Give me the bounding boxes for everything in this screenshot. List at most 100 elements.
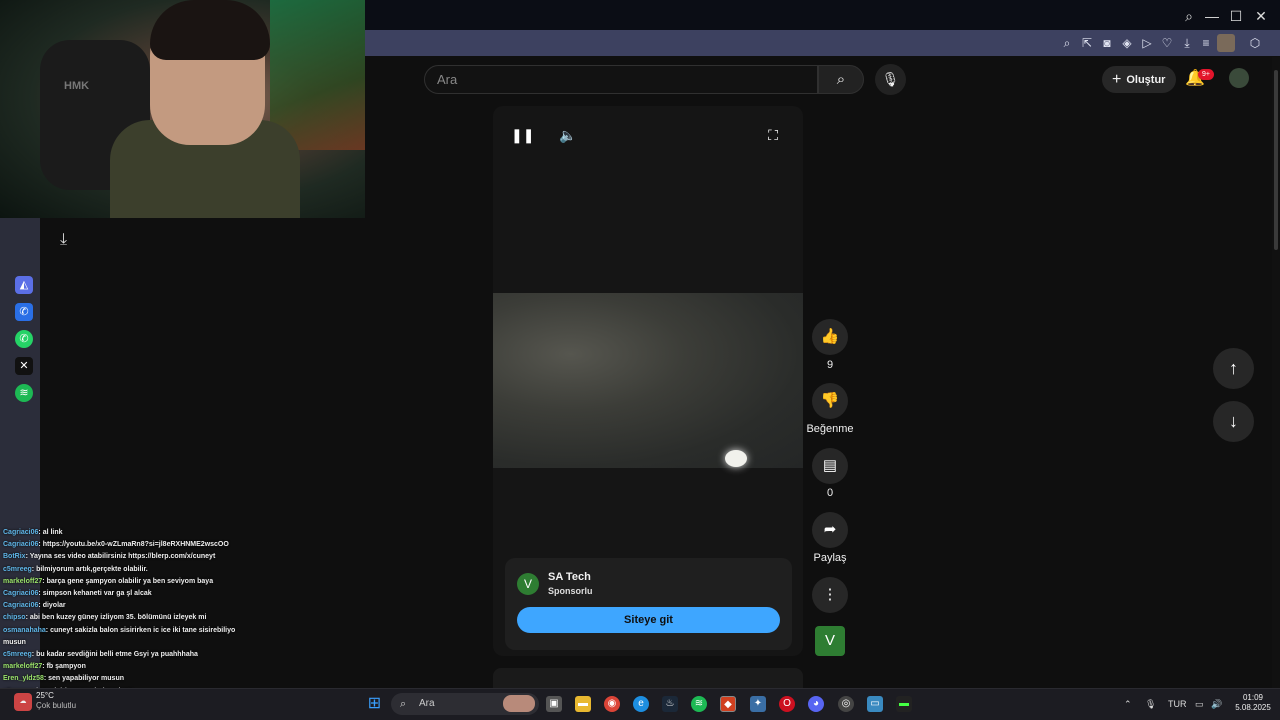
spotify-icon[interactable]: ≋ xyxy=(15,384,33,402)
share-label: Paylaş xyxy=(813,552,847,564)
discord-icon[interactable]: ◕ xyxy=(808,696,824,712)
chat-message: markeloff27: barça gene şampyon olabilir… xyxy=(0,576,365,588)
chat-text: : https://youtu.be/x0-wZLmaRn8?si=jl8eRX… xyxy=(38,541,229,549)
create-button[interactable]: + Oluştur xyxy=(1102,66,1176,93)
chat-text: : al link xyxy=(38,529,63,536)
steam-icon[interactable]: ♨ xyxy=(662,696,678,712)
chrome-icon[interactable]: ◉ xyxy=(604,696,620,712)
extension-icon[interactable]: ⬡ xyxy=(1248,35,1262,51)
chat-text: : Yayına ses video atabilirsiniz https:/… xyxy=(25,553,216,561)
ad-sponsored-label: Sponsorlu xyxy=(548,586,593,596)
network-icon[interactable]: ▭ xyxy=(1195,699,1204,710)
chat-message: Cagriaci06: al link xyxy=(0,527,365,539)
minimize-icon[interactable]: — xyxy=(1203,8,1221,24)
system-clock[interactable]: 01:09 5.08.2025 xyxy=(1233,693,1273,713)
download-icon[interactable]: ⤓ xyxy=(1180,35,1194,51)
weather-temp: 25°C xyxy=(36,691,54,700)
notification-badge: 9+ xyxy=(1198,69,1214,80)
search-icon: ⌕ xyxy=(400,698,407,710)
opera-icon[interactable]: O xyxy=(779,696,795,712)
chair-logo: HMK xyxy=(64,80,90,92)
chat-message: Cagriaci06: simpson kehaneti var ga şl a… xyxy=(0,588,365,600)
avatar[interactable] xyxy=(1229,68,1249,88)
search-icon[interactable]: ⌕ xyxy=(1180,8,1198,25)
play-icon[interactable]: ▷ xyxy=(1140,35,1154,51)
video-light-spot xyxy=(725,450,747,467)
messenger-icon[interactable]: ✆ xyxy=(15,303,33,321)
chat-text: : bilmiyorum artık,gerçekte olabilir. xyxy=(31,565,148,573)
chat-username: Cagriaci06 xyxy=(3,602,39,610)
microphone-icon[interactable]: 🎙 xyxy=(1145,699,1156,710)
game-app-icon[interactable]: ✦ xyxy=(750,696,766,712)
taskbar-search-label: Ara xyxy=(419,698,435,709)
shield-icon[interactable]: ◈ xyxy=(1120,35,1134,51)
channel-avatar[interactable]: V xyxy=(815,626,845,656)
ad-channel-avatar[interactable]: V xyxy=(517,573,539,595)
speaker-icon[interactable]: 🔊 xyxy=(1211,699,1222,710)
more-icon[interactable]: ⋮ xyxy=(812,577,848,613)
chat-username: chipso xyxy=(3,614,26,622)
dislike-icon[interactable]: 👎 xyxy=(812,383,848,419)
chat-username: Eren_yldz58 xyxy=(3,675,44,683)
chat-message: Cagriaci06: https://youtu.be/x0-wZLmaRn8… xyxy=(0,539,365,551)
pause-icon[interactable]: ❚❚ xyxy=(511,124,534,146)
chat-message: chipso: abi ben kuzey güney izliyom 35. … xyxy=(0,612,365,624)
close-icon[interactable]: ✕ xyxy=(1252,8,1270,25)
plus-icon: + xyxy=(1112,71,1122,88)
chat-username: osmanahaha xyxy=(3,626,46,634)
browser-app-icon[interactable]: ◆ xyxy=(720,696,736,712)
camera-icon[interactable]: ◙ xyxy=(1100,35,1114,51)
chat-message: Cagriaci06: diyolar xyxy=(0,600,365,612)
visit-site-button[interactable]: Siteye git xyxy=(517,607,780,633)
chat-message: c5mreeg: bilmiyorum artık,gerçekte olabi… xyxy=(0,564,365,576)
file-explorer-icon[interactable]: ▬ xyxy=(575,696,591,712)
chat-message: BotRix: Yayına ses video atabilirsiniz h… xyxy=(0,551,365,563)
create-label: Oluştur xyxy=(1126,74,1166,86)
chat-text: : simpson kehaneti var ga şl alcak xyxy=(38,590,152,598)
download-icon[interactable]: ⤓ xyxy=(60,231,67,249)
aria-icon[interactable]: ◭ xyxy=(15,276,33,294)
comment-icon[interactable]: ▤ xyxy=(812,448,848,484)
open-external-icon[interactable]: ⇱ xyxy=(1080,35,1094,51)
spotify-icon[interactable]: ≋ xyxy=(691,696,707,712)
windows-start-icon[interactable]: ⊞ xyxy=(366,695,383,712)
dislike-label: Beğenme xyxy=(806,423,854,435)
like-icon[interactable]: 👍 xyxy=(812,319,848,355)
whatsapp-icon[interactable]: ✆ xyxy=(15,330,33,348)
menu-icon[interactable]: ≡ xyxy=(1199,35,1213,51)
task-view-icon[interactable]: ▣ xyxy=(546,696,562,712)
edge-icon[interactable]: e xyxy=(633,696,649,712)
x-icon[interactable]: ✕ xyxy=(15,357,33,375)
profile-avatar[interactable] xyxy=(1217,34,1235,52)
chat-message: markeloff27: fb şampyon xyxy=(0,661,365,673)
obs-icon[interactable]: ◎ xyxy=(838,696,854,712)
volume-icon[interactable]: 🔈 xyxy=(557,124,579,146)
microphone-icon[interactable]: 🎙 xyxy=(875,64,906,95)
weather-icon[interactable]: ☁ xyxy=(14,693,32,711)
share-icon[interactable]: ➦ xyxy=(812,512,848,548)
chevron-up-icon[interactable]: ⌃ xyxy=(1124,699,1132,710)
heart-icon[interactable]: ♡ xyxy=(1160,35,1174,51)
clock-date: 5.08.2025 xyxy=(1235,703,1271,712)
next-video-preview[interactable] xyxy=(493,668,803,688)
search-highlight-image[interactable] xyxy=(503,695,535,712)
chat-message: osmanahaha: cuneyt sakizla balon sisirir… xyxy=(0,625,365,637)
language-indicator[interactable]: TUR xyxy=(1168,699,1187,709)
weather-desc: Çok bulutlu xyxy=(36,701,77,710)
chat-username: c5mreeg xyxy=(3,565,32,573)
terminal-icon[interactable]: ▬ xyxy=(896,696,912,712)
ad-channel-name[interactable]: SA Tech xyxy=(548,571,591,583)
search-button[interactable]: ⌕ xyxy=(818,65,864,94)
chat-text: : fb şampyon xyxy=(42,663,86,671)
arrow-down-icon[interactable]: ↓ xyxy=(1213,401,1254,442)
search-icon: ⌕ xyxy=(836,71,846,88)
remote-desktop-icon[interactable]: ▭ xyxy=(867,696,883,712)
maximize-icon[interactable]: ☐ xyxy=(1227,8,1245,25)
chat-message: c5mreeg: bu kadar sevdiğini belli etme G… xyxy=(0,649,365,661)
search-input[interactable]: Ara xyxy=(424,65,818,94)
scrollbar-thumb[interactable] xyxy=(1274,70,1278,250)
arrow-up-icon[interactable]: ↑ xyxy=(1213,348,1254,389)
zoom-icon[interactable]: ⌕ xyxy=(1060,35,1074,51)
chat-username: markeloff27 xyxy=(3,577,43,585)
fullscreen-icon[interactable]: ⛶ xyxy=(762,124,784,146)
